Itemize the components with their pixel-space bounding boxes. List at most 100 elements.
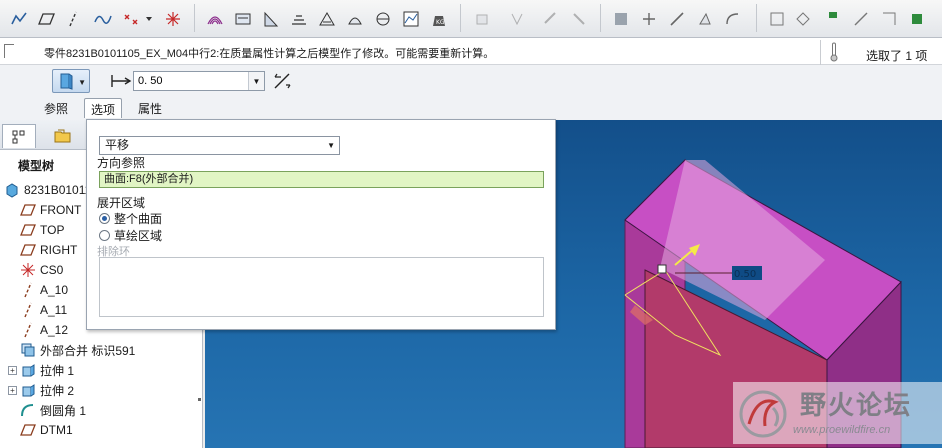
depth-value-field[interactable]: ▼: [133, 71, 265, 91]
hole-icon[interactable]: [610, 8, 632, 30]
tree-item[interactable]: + 拉伸 1: [8, 360, 74, 380]
tree-item-label: 拉伸 2: [40, 383, 75, 398]
tree-item[interactable]: FRONT: [20, 200, 81, 220]
area-measure-icon[interactable]: [288, 8, 310, 30]
tree-item-label: 倒圆角 1: [40, 403, 87, 418]
tree-item-label: A_11: [40, 303, 68, 317]
tab-folder-browser[interactable]: [46, 124, 80, 148]
select-box-icon[interactable]: [766, 8, 788, 30]
radio-entire-surface[interactable]: 整个曲面: [99, 210, 162, 227]
tree-item[interactable]: 外部合并 标识591: [20, 340, 135, 360]
splitter-grip[interactable]: [198, 398, 201, 401]
trim-icon[interactable]: [568, 8, 590, 30]
exclude-loops-collector[interactable]: [99, 257, 544, 317]
tree-item[interactable]: A_12: [20, 320, 68, 340]
chevron-down-icon: ▼: [78, 78, 86, 87]
weight-analysis-icon[interactable]: KG: [428, 8, 450, 30]
dimension-value: 0.50: [734, 269, 756, 280]
draft-icon[interactable]: [694, 8, 716, 30]
curve-tool-icon[interactable]: [92, 8, 114, 30]
tab-model-tree[interactable]: [2, 124, 36, 148]
status-message: 零件8231B0101105_EX_M04中行2:在质量属性计算之后模型作了修改…: [44, 48, 495, 60]
tab-options[interactable]: 选项: [84, 98, 123, 118]
message-bar-edge: [4, 44, 14, 58]
pattern-icon[interactable]: [540, 8, 562, 30]
svg-text:KG: KG: [436, 19, 445, 26]
folder-icon: [54, 129, 71, 143]
copy-feature-icon[interactable]: [472, 8, 494, 30]
tree-item-label: TOP: [40, 223, 65, 237]
tree-item-label: A_12: [40, 323, 69, 337]
tree-item[interactable]: TOP: [20, 220, 64, 240]
tab-references[interactable]: 参照: [38, 98, 74, 118]
direction-ref-collector[interactable]: 曲面:F8(外部合并): [99, 171, 544, 188]
select-chain-icon[interactable]: [792, 8, 814, 30]
tree-item-label: FRONT: [40, 203, 82, 217]
tree-item[interactable]: RIGHT: [20, 240, 77, 260]
angle-measure-icon[interactable]: [260, 8, 282, 30]
tree-item-label: CS0: [40, 263, 64, 277]
select-surface-icon[interactable]: [878, 8, 900, 30]
green-flag-icon[interactable]: [822, 8, 844, 30]
tree-item[interactable]: A_11: [20, 300, 67, 320]
chevron-down-icon: ▼: [327, 141, 335, 150]
extrude-icon: [20, 362, 36, 378]
selection-count-label: 选取了 1 项: [866, 49, 928, 63]
tree-item[interactable]: DTM1: [20, 420, 73, 440]
shell-icon[interactable]: [638, 8, 660, 30]
message-bar: 零件8231B0101105_EX_M04中行2:在质量属性计算之后模型作了修改…: [0, 38, 942, 65]
volume-measure-icon[interactable]: [344, 8, 366, 30]
flip-direction-icon[interactable]: [272, 72, 292, 90]
watermark-url: www.proewildfire.cn: [793, 424, 891, 436]
section-icon[interactable]: [372, 8, 394, 30]
measure-icon[interactable]: [232, 8, 254, 30]
mirror-icon[interactable]: [506, 8, 528, 30]
select-feature-icon[interactable]: [906, 8, 928, 30]
rib-icon[interactable]: [666, 8, 688, 30]
forum-logo: [739, 390, 787, 438]
datum-plane-icon: [20, 242, 36, 258]
radio-button[interactable]: [99, 230, 110, 241]
watermark: 野火论坛 www.proewildfire.cn: [733, 382, 942, 444]
tree-item[interactable]: 倒圆角 1: [20, 400, 86, 420]
tree-item[interactable]: A_10: [20, 280, 68, 300]
round-tool-icon[interactable]: [722, 8, 744, 30]
motion-type-value: 平移: [105, 138, 130, 152]
part-icon: [4, 182, 20, 198]
radio-label: 草绘区域: [114, 229, 163, 243]
chevron-down-icon[interactable]: ▼: [248, 72, 264, 90]
extrude-type-button[interactable]: ▼: [52, 69, 90, 93]
model-tree-title: 模型树: [18, 159, 55, 173]
triangle-measure-icon[interactable]: [316, 8, 338, 30]
motion-type-select[interactable]: 平移 ▼: [99, 136, 340, 155]
surface-offset-icon[interactable]: [204, 8, 226, 30]
tree-item[interactable]: + 拉伸 2: [8, 380, 74, 400]
extrude-dashboard: ▼ ▼ 参照 选项 属性: [0, 65, 942, 120]
expand-icon[interactable]: +: [8, 365, 17, 375]
radio-button[interactable]: [99, 213, 110, 224]
tree-item-label: DTM1: [40, 423, 73, 437]
watermark-title: 野火论坛: [800, 390, 913, 420]
round-icon: [20, 402, 36, 418]
datum-plane-icon: [20, 222, 36, 238]
tab-properties[interactable]: 属性: [132, 98, 168, 118]
datum-plane-tool-icon[interactable]: [36, 8, 58, 30]
model-tree-icon: [12, 130, 25, 143]
datum-axis-tool-icon[interactable]: [62, 8, 84, 30]
tree-item[interactable]: CS0: [20, 260, 63, 280]
coordinate-system-tool-icon[interactable]: [162, 8, 184, 30]
select-edge-icon[interactable]: [850, 8, 872, 30]
tree-item-label: 拉伸 1: [40, 363, 75, 378]
datum-point-tool-icon[interactable]: [120, 8, 142, 30]
expand-icon[interactable]: +: [8, 385, 17, 395]
drag-handle[interactable]: [657, 264, 667, 274]
expand-region-label: 展开区域: [97, 196, 146, 210]
depth-dimension-icon: [111, 75, 132, 87]
thermometer-icon: [830, 42, 838, 62]
chevron-down-icon[interactable]: [143, 8, 155, 30]
graph-analysis-icon[interactable]: [400, 8, 422, 30]
sketch-icon[interactable]: [8, 8, 30, 30]
radio-label: 整个曲面: [114, 212, 163, 226]
depth-value-input[interactable]: [134, 72, 246, 90]
radio-sketch-region[interactable]: 草绘区域: [99, 227, 162, 244]
